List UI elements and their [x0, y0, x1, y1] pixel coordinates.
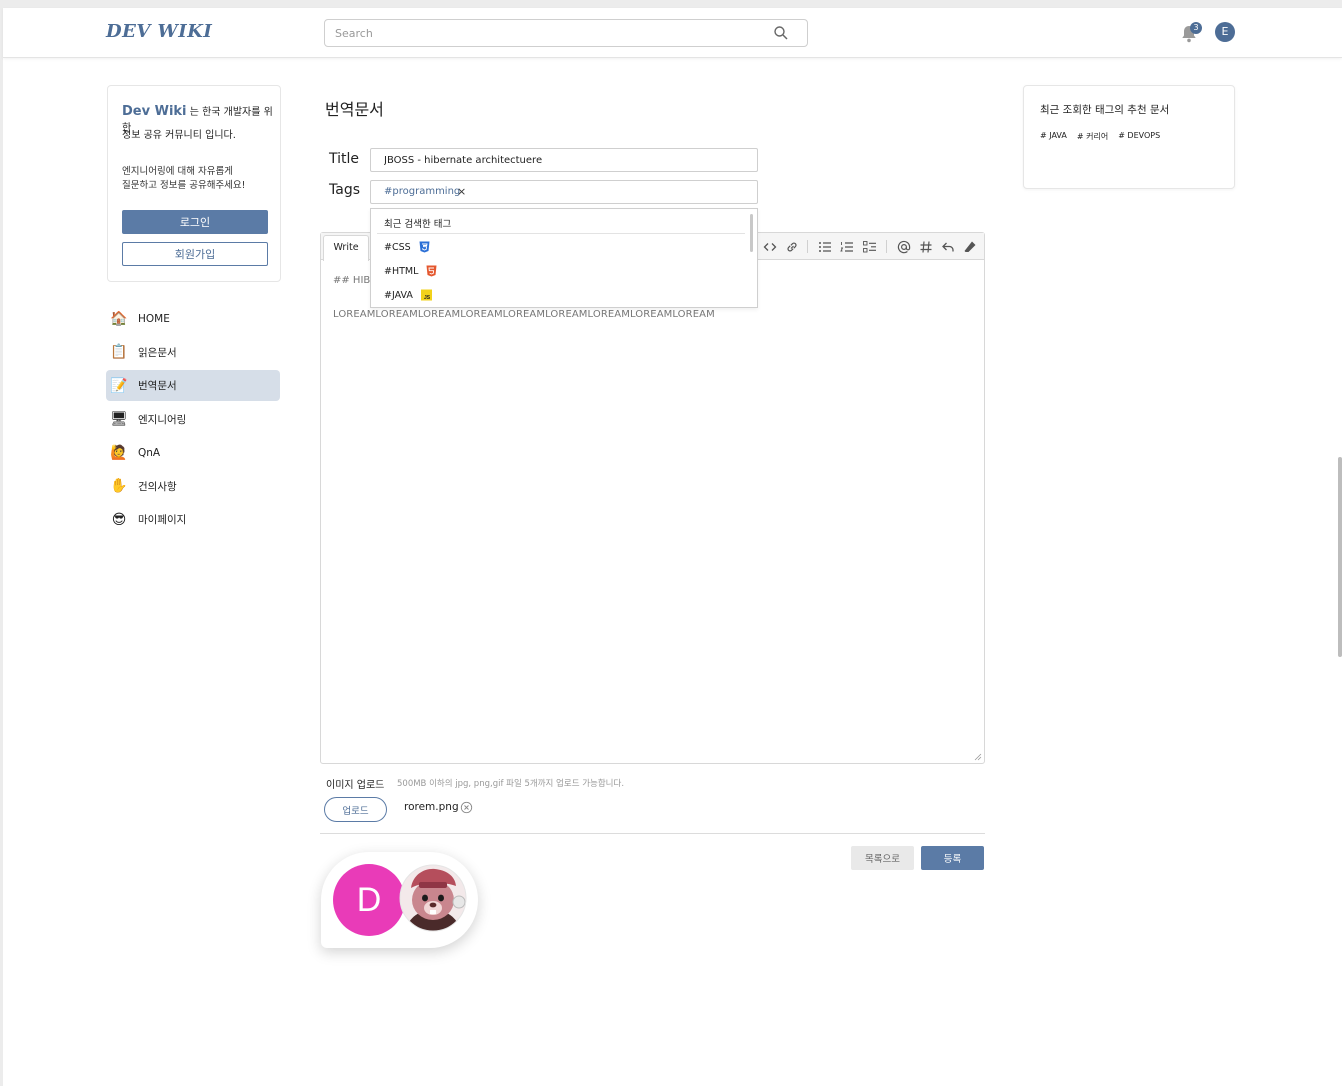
logo[interactable]: DEV WIKI: [106, 21, 212, 42]
sidebar-item-label: 읽은문서: [138, 346, 177, 359]
eraser-icon[interactable]: [962, 239, 978, 255]
sidebar-item-label: HOME: [138, 312, 170, 325]
intro-card: Dev Wiki 는 한국 개발자를 위한 정보 공유 커뮤니티 입니다. 엔지…: [107, 85, 281, 282]
sunglasses-face-icon: 😎: [111, 511, 127, 528]
sidebar-item-translated-docs[interactable]: 📝 번역문서: [106, 370, 280, 401]
page-scrollbar[interactable]: [1338, 457, 1342, 657]
recent-tags-dropdown: 최근 검색한 태그 #CSS #HTML #JAVA JS: [370, 208, 758, 308]
title-label: Title: [329, 151, 360, 167]
numbered-list-icon[interactable]: [839, 239, 855, 255]
search-icon[interactable]: [773, 25, 789, 41]
sidebar-item-label: QnA: [138, 446, 161, 459]
computer-icon: 🖥: [110, 411, 128, 427]
search-bar[interactable]: [324, 19, 808, 47]
character-avatar[interactable]: [399, 862, 467, 934]
resize-grip-icon[interactable]: [974, 753, 982, 761]
dropdown-item-label: #JAVA: [384, 289, 413, 301]
intro-line2: 정보 공유 커뮤니티 입니다.: [122, 130, 236, 141]
markdown-editor[interactable]: Write ## HIBE LOREAMLOREAMLOREAMLOREAMLO…: [320, 232, 985, 764]
form-divider: [320, 833, 985, 834]
sidebar-item-read-docs[interactable]: 📋 읽은문서: [106, 337, 280, 368]
upload-button[interactable]: 업로드: [324, 797, 387, 822]
editor-body-line: LOREAMLOREAMLOREAMLOREAMLOREAMLOREAMLORE…: [333, 309, 715, 320]
hashtag-icon[interactable]: [918, 239, 934, 255]
intro-line4: 질문하고 정보를 공유해주세요!: [122, 180, 246, 191]
sidebar-item-label: 마이페이지: [138, 514, 187, 526]
svg-text:JS: JS: [424, 295, 431, 301]
sidebar-item-home[interactable]: 🏠 HOME: [106, 303, 280, 334]
intro-line3: 엔지니어링에 대해 자유롭게: [122, 166, 233, 177]
sidebar-item-label: 엔지니어링: [138, 413, 187, 426]
javascript-icon: JS: [420, 289, 432, 301]
recommend-card: 최근 조회한 태그의 추천 문서 # JAVA # 커리어 # DEVOPS: [1023, 85, 1235, 189]
document-icon: 📋: [110, 344, 128, 360]
page: DEV WIKI 3 E Dev Wiki 는 한국 개발자를 위한 정보 공유…: [3, 8, 1342, 1086]
recommend-tag[interactable]: # 커리어: [1077, 131, 1108, 142]
tag-chip[interactable]: #programming: [384, 186, 460, 197]
tags-input[interactable]: #programming ×: [370, 180, 758, 204]
bullet-list-icon[interactable]: [817, 239, 833, 255]
dropdown-title: 최근 검색한 태그: [384, 219, 452, 230]
toolbar-separator: [886, 240, 887, 253]
tags-label: Tags: [329, 182, 360, 198]
remove-file-icon[interactable]: [460, 801, 473, 814]
upload-hint: 500MB 이하의 jpg, png,gif 파일 5개까지 업로드 가능합니다…: [397, 779, 625, 789]
mention-icon[interactable]: [896, 239, 912, 255]
dropdown-item-html[interactable]: #HTML: [384, 265, 437, 277]
sidebar-item-mypage[interactable]: 😎 마이페이지: [106, 504, 280, 535]
submit-button[interactable]: 등록: [921, 846, 984, 870]
house-icon: 🏠: [110, 310, 128, 327]
link-icon[interactable]: [784, 239, 800, 255]
css3-icon: [419, 241, 430, 253]
sidebar-item-label: 건의사항: [138, 480, 177, 493]
search-input[interactable]: [335, 24, 755, 42]
reply-icon[interactable]: [940, 239, 956, 255]
avatar-d[interactable]: D: [333, 864, 405, 936]
dropdown-divider: [377, 233, 745, 234]
tag-remove-icon[interactable]: ×: [457, 185, 466, 198]
hand-icon: ✋: [110, 478, 128, 494]
floating-avatar-bubble[interactable]: D: [321, 852, 478, 948]
top-header: DEV WIKI 3 E: [3, 8, 1342, 58]
notification-badge: 3: [1190, 22, 1202, 34]
toolbar-separator: [807, 240, 808, 253]
recommend-tags: # JAVA # 커리어 # DEVOPS: [1040, 131, 1160, 142]
sidebar-item-qna[interactable]: 🙋 QnA: [106, 437, 280, 468]
uploaded-file-name: rorem.png: [404, 801, 459, 813]
page-title: 번역문서: [325, 100, 384, 119]
html5-icon: [426, 265, 437, 277]
sidebar-item-engineering[interactable]: 🖥 엔지니어링: [106, 404, 280, 435]
signup-button[interactable]: 회원가입: [122, 242, 268, 266]
sidebar-item-suggestions[interactable]: ✋ 건의사항: [106, 471, 280, 502]
tab-write[interactable]: Write: [323, 235, 369, 261]
code-icon[interactable]: [762, 239, 778, 255]
user-avatar[interactable]: E: [1215, 22, 1235, 42]
dropdown-item-label: #HTML: [384, 265, 419, 277]
back-to-list-button[interactable]: 목록으로: [851, 846, 914, 870]
upload-label: 이미지 업로드: [326, 780, 385, 791]
dropdown-item-java[interactable]: #JAVA JS: [384, 289, 432, 301]
raising-hands-icon: 🙋: [110, 444, 128, 461]
dropdown-scrollbar[interactable]: [750, 214, 753, 252]
task-list-icon[interactable]: [862, 239, 878, 255]
recommend-tag[interactable]: # JAVA: [1040, 131, 1067, 142]
title-input[interactable]: [370, 148, 758, 172]
dropdown-item-label: #CSS: [384, 241, 411, 253]
sidebar-item-label: 번역문서: [138, 380, 177, 392]
sidebar-nav: 🏠 HOME 📋 읽은문서 📝 번역문서 🖥 엔지니어링 🙋 QnA ✋ 건의사…: [106, 303, 280, 538]
recommend-title: 최근 조회한 태그의 추천 문서: [1040, 104, 1170, 116]
intro-brand: Dev Wiki: [122, 104, 187, 119]
dropdown-item-css[interactable]: #CSS: [384, 241, 430, 253]
recommend-tag[interactable]: # DEVOPS: [1118, 131, 1160, 142]
login-button[interactable]: 로그인: [122, 210, 268, 234]
memo-icon: 📝: [110, 377, 128, 394]
